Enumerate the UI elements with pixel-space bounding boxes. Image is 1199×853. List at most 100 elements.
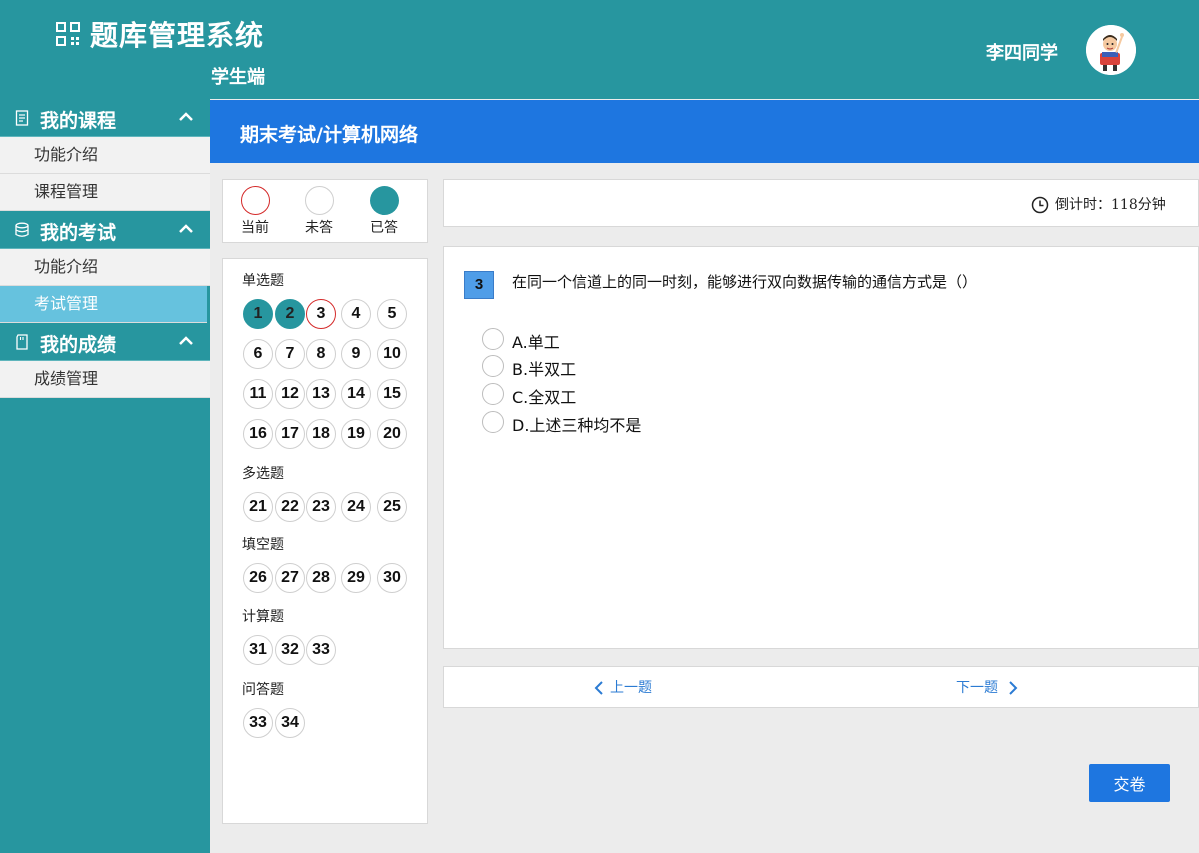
database-icon: [15, 222, 29, 237]
student-avatar-icon: [1086, 25, 1136, 75]
sidebar-item-course-manage[interactable]: 课程管理: [0, 174, 210, 211]
timer-bar: 倒计时：118分钟: [443, 179, 1199, 227]
question-number-button[interactable]: 15: [377, 379, 407, 409]
avatar[interactable]: [1086, 25, 1136, 75]
question-number-button[interactable]: 34: [275, 708, 305, 738]
chevron-left-icon: [594, 681, 603, 695]
question-number-button[interactable]: 17: [275, 419, 305, 449]
question-number-button[interactable]: 9: [341, 339, 371, 369]
question-number-button[interactable]: 5: [377, 299, 407, 329]
question-number-button[interactable]: 8: [306, 339, 336, 369]
answered-marker-icon: [369, 186, 399, 215]
legend-label: 当前: [241, 220, 269, 236]
question-number-button[interactable]: 21: [243, 492, 273, 522]
question-number-button[interactable]: 3: [306, 299, 336, 329]
menu-group-label: 我的课程: [40, 110, 117, 132]
radio-button[interactable]: [482, 411, 504, 433]
legend-current: 当前: [235, 186, 275, 237]
chevron-right-icon: [1009, 681, 1018, 695]
radio-button[interactable]: [482, 355, 504, 377]
question-number-button[interactable]: 28: [306, 563, 336, 593]
question-number-button[interactable]: 29: [341, 563, 371, 593]
qr-code-icon: [56, 22, 80, 46]
question-number-button[interactable]: 16: [243, 419, 273, 449]
chevron-up-icon[interactable]: [178, 333, 194, 349]
menu-group-courses[interactable]: 我的课程: [0, 99, 210, 137]
question-number-button[interactable]: 33: [306, 635, 336, 665]
app-subtitle: 学生端: [211, 67, 265, 88]
question-number-button[interactable]: 22: [275, 492, 305, 522]
question-number-button[interactable]: 26: [243, 563, 273, 593]
question-number-button[interactable]: 1: [243, 299, 273, 329]
question-number-button[interactable]: 4: [341, 299, 371, 329]
next-question-button[interactable]: 下一题: [956, 678, 1018, 698]
option-label: A.单工: [512, 333, 560, 352]
question-number-button[interactable]: 30: [377, 563, 407, 593]
question-number-button[interactable]: 7: [275, 339, 305, 369]
question-panel: 3 在同一个信道上的同一时刻，能够进行双向数据传输的通信方式是（） A.单工 B…: [443, 246, 1199, 649]
question-text: 在同一个信道上的同一时刻，能够进行双向数据传输的通信方式是（）: [512, 273, 978, 291]
question-number-button[interactable]: 20: [377, 419, 407, 449]
unanswered-marker-icon: [304, 186, 334, 215]
legend-unanswered: 未答: [299, 186, 339, 237]
app-title: 题库管理系统: [90, 19, 265, 52]
sidebar-item-exam-manage[interactable]: 考试管理: [0, 286, 207, 323]
menu-group-label: 我的考试: [40, 222, 117, 244]
chevron-up-icon[interactable]: [178, 109, 194, 125]
current-marker-icon: [240, 186, 270, 215]
sidebar-item-exam-intro[interactable]: 功能介绍: [0, 249, 210, 286]
radio-button[interactable]: [482, 328, 504, 350]
question-number-button[interactable]: 13: [306, 379, 336, 409]
question-number-button[interactable]: 32: [275, 635, 305, 665]
question-number-button[interactable]: 27: [275, 563, 305, 593]
page-title-bar: 期末考试/计算机网络: [210, 100, 1199, 163]
sd-card-icon: [16, 334, 28, 350]
option-label: D.上述三种均不是: [512, 416, 642, 435]
question-number-button[interactable]: 6: [243, 339, 273, 369]
app-header: 题库管理系统 学生端 李四同学: [0, 0, 1199, 99]
sidebar-item-course-intro[interactable]: 功能介绍: [0, 137, 210, 174]
question-number-button[interactable]: 33: [243, 708, 273, 738]
status-legend: 当前 未答 已答: [222, 179, 428, 243]
prev-question-button[interactable]: 上一题: [594, 678, 652, 698]
countdown-text: 倒计时：118分钟: [1055, 197, 1166, 213]
legend-label: 已答: [370, 220, 398, 236]
section-label: 问答题: [242, 682, 284, 698]
question-number-button[interactable]: 2: [275, 299, 305, 329]
question-number-button[interactable]: 23: [306, 492, 336, 522]
question-navigator: 单选题 多选题 填空题 计算题 问答题 1 2 3 4 5 6 7 8 9 10 11 12 13 14 1…: [222, 258, 428, 824]
section-label: 单选题: [242, 273, 284, 289]
question-number-button[interactable]: 12: [275, 379, 305, 409]
menu-group-label: 我的成绩: [40, 334, 117, 356]
question-number-button[interactable]: 19: [341, 419, 371, 449]
document-icon: [15, 110, 29, 126]
radio-button[interactable]: [482, 383, 504, 405]
question-number-button[interactable]: 25: [377, 492, 407, 522]
menu-group-grades[interactable]: 我的成绩: [0, 323, 210, 361]
option-label: C.全双工: [512, 388, 577, 407]
submit-exam-button[interactable]: 交卷: [1089, 764, 1170, 802]
question-number-button[interactable]: 11: [243, 379, 273, 409]
question-number-button[interactable]: 14: [341, 379, 371, 409]
clock-icon: [1031, 196, 1049, 214]
question-number-button[interactable]: 18: [306, 419, 336, 449]
sidebar-item-grade-manage[interactable]: 成绩管理: [0, 361, 210, 398]
sidebar: 我的课程 功能介绍 课程管理 我的考试 功能介绍 考试管理 我的成绩 成绩管理: [0, 99, 210, 853]
next-label: 下一题: [956, 680, 998, 696]
legend-label: 未答: [305, 220, 333, 236]
question-number-badge: 3: [464, 271, 494, 299]
section-label: 填空题: [242, 537, 284, 553]
question-number-button[interactable]: 31: [243, 635, 273, 665]
section-label: 计算题: [242, 609, 284, 625]
username[interactable]: 李四同学: [986, 39, 1058, 65]
prev-label: 上一题: [610, 680, 652, 696]
chevron-up-icon[interactable]: [178, 221, 194, 237]
question-number-button[interactable]: 10: [377, 339, 407, 369]
question-number-button[interactable]: 24: [341, 492, 371, 522]
menu-group-exams[interactable]: 我的考试: [0, 211, 210, 249]
option-label: B.半双工: [512, 360, 577, 379]
legend-answered: 已答: [364, 186, 404, 237]
pager-bar: 上一题 下一题: [443, 666, 1199, 708]
section-label: 多选题: [242, 466, 284, 482]
breadcrumb: 期末考试/计算机网络: [240, 124, 418, 146]
